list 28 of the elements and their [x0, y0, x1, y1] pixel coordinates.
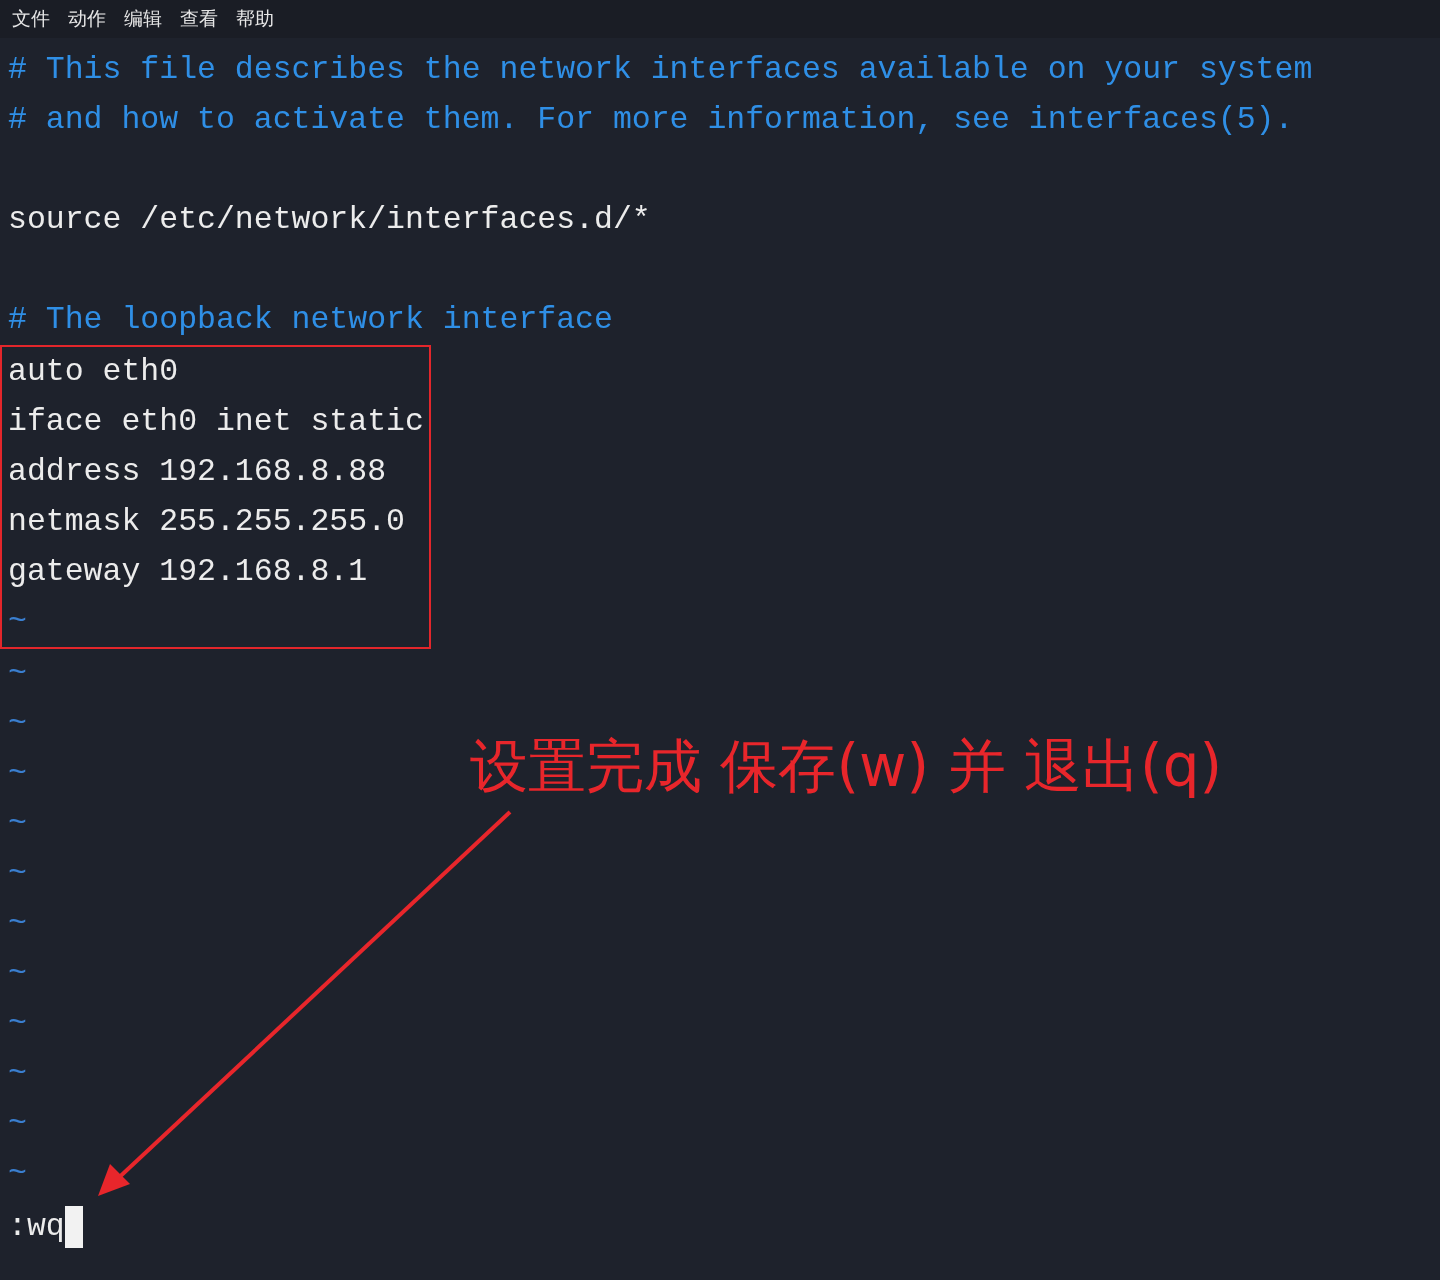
- empty-line-marker: ~: [8, 1006, 27, 1041]
- menu-item[interactable]: 文件: [12, 6, 50, 32]
- code-comment: # This file describes the network interfaces available on your system: [8, 52, 1313, 87]
- code-comment: # and how to activate them. For more information, see interfaces(5).: [8, 102, 1294, 137]
- empty-line-marker: ~: [8, 1156, 27, 1191]
- code-line: auto eth0: [8, 354, 179, 389]
- empty-line-marker: ~: [8, 956, 27, 991]
- empty-line-marker: ~: [8, 856, 27, 891]
- code-line: address 192.168.8.88: [8, 454, 387, 489]
- annotation-text: 设置完成 保存(w) 并 退出(q): [470, 731, 1223, 802]
- code-comment: # The loopback network interface: [8, 302, 613, 337]
- empty-line-marker: ~: [8, 906, 27, 941]
- empty-line-marker: ~: [8, 1106, 27, 1141]
- menu-item[interactable]: 帮助: [236, 6, 274, 32]
- menu-item[interactable]: 查看: [180, 6, 218, 32]
- code-line: gateway 192.168.8.1: [8, 554, 368, 589]
- menu-item[interactable]: 动作: [68, 6, 106, 32]
- empty-line-marker: ~: [8, 604, 27, 639]
- menu-item[interactable]: 编辑: [124, 6, 162, 32]
- empty-line-marker: ~: [8, 706, 27, 741]
- code-line: source /etc/network/interfaces.d/*: [8, 202, 651, 237]
- code-line: netmask 255.255.255.0: [8, 504, 405, 539]
- empty-line-marker: ~: [8, 806, 27, 841]
- empty-line-marker: ~: [8, 756, 27, 791]
- empty-line-marker: ~: [8, 1056, 27, 1091]
- command-line: :wq: [8, 1209, 65, 1244]
- empty-line-marker: ~: [8, 656, 27, 691]
- code-line: iface eth0 inet static: [8, 404, 424, 439]
